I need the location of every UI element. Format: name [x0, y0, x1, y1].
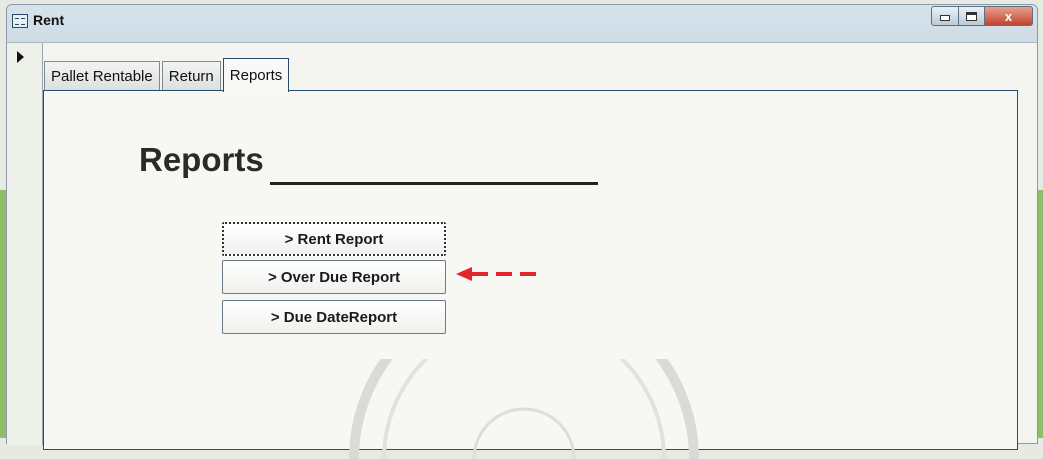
record-selector[interactable]	[7, 43, 43, 445]
title-bar[interactable]: Rent x	[7, 5, 1037, 43]
minimize-icon	[940, 15, 950, 21]
page-title: Reports	[139, 141, 264, 178]
tab-return[interactable]: Return	[161, 61, 221, 91]
window-controls: x	[931, 6, 1033, 28]
watermark-seal	[349, 359, 699, 459]
close-button[interactable]: x	[985, 6, 1033, 26]
rent-report-button[interactable]: > Rent Report	[222, 222, 446, 256]
reports-tab-page: Reports > Rent Report > Over Due Report …	[43, 90, 1018, 459]
due-date-report-button[interactable]: > Due DateReport	[222, 300, 446, 334]
minimize-button[interactable]	[931, 6, 959, 26]
form-icon	[12, 14, 28, 28]
maximize-icon	[966, 11, 977, 21]
window-title: Rent	[33, 12, 65, 28]
red-dashed-arrow-icon	[456, 267, 536, 281]
form-window: Rent x Pallet Rentable Return Reports Re…	[6, 4, 1038, 459]
record-selector-arrow-icon	[17, 51, 24, 63]
close-icon: x	[1004, 8, 1013, 24]
tab-reports[interactable]: Reports	[222, 58, 290, 92]
tab-pallet-rentable[interactable]: Pallet Rentable	[44, 61, 160, 91]
title-underline	[270, 182, 598, 185]
maximize-button[interactable]	[959, 6, 985, 26]
over-due-report-button[interactable]: > Over Due Report	[222, 260, 446, 294]
tab-strip: Pallet Rentable Return Reports	[44, 53, 291, 92]
